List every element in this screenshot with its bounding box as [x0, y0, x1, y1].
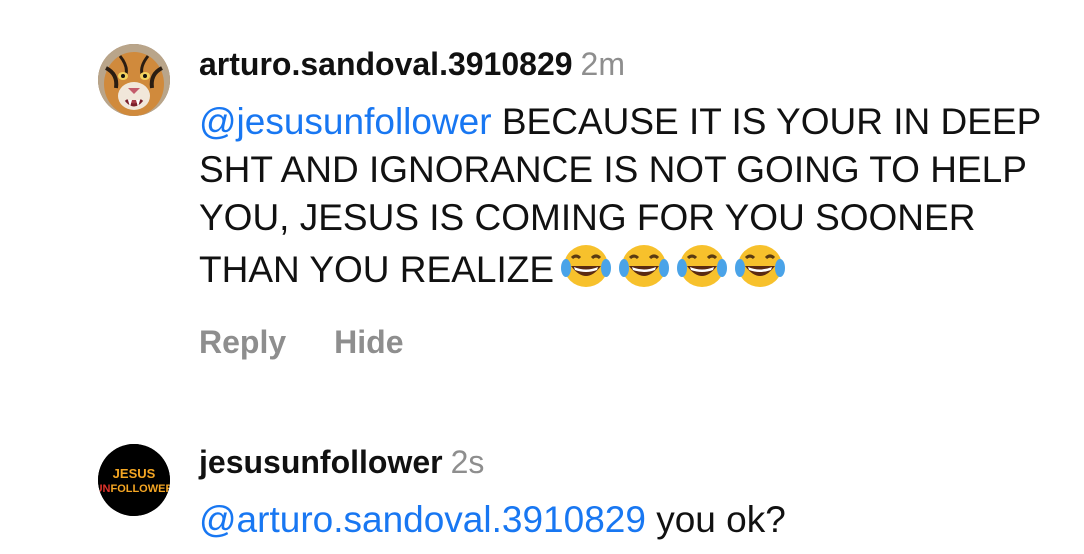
jesusunfollower-logo: JESUS UNFOLLOWER [98, 444, 170, 516]
tiger-avatar-icon [98, 44, 170, 116]
comment-username[interactable]: arturo.sandoval.3910829 [199, 46, 573, 82]
comment-timestamp: 2m [580, 46, 625, 82]
comment-text: @jesusunfollower BECAUSE IT IS YOUR IN D… [199, 98, 1059, 294]
face-with-tears-of-joy-icon [734, 242, 786, 290]
face-with-tears-of-joy-icon [560, 242, 612, 290]
face-with-tears-of-joy-icon [676, 242, 728, 290]
comment-body: you ok? [656, 499, 786, 540]
avatar[interactable]: JESUS UNFOLLOWER [98, 444, 170, 516]
comment-actions: Reply Hide [199, 324, 1064, 361]
comment-text: @arturo.sandoval.3910829 you ok? [199, 496, 1064, 544]
face-with-tears-of-joy-icon [618, 242, 670, 290]
comment-header: arturo.sandoval.3910829 2m [199, 44, 1064, 84]
svg-text:UNFOLLOWER: UNFOLLOWER [98, 483, 170, 495]
mention-link[interactable]: @jesusunfollower [199, 101, 492, 142]
comment-item: JESUS UNFOLLOWER jesusunfollower 2s @artu… [0, 440, 1084, 554]
hide-button[interactable]: Hide [334, 324, 403, 360]
mention-link[interactable]: @arturo.sandoval.3910829 [199, 499, 646, 540]
comment-item: arturo.sandoval.3910829 2m @jesusunfollow… [0, 0, 1084, 400]
avatar[interactable] [98, 44, 170, 116]
reply-button[interactable]: Reply [199, 324, 286, 360]
comment-username[interactable]: jesusunfollower [199, 444, 443, 480]
comment-timestamp: 2s [450, 444, 485, 480]
svg-text:JESUS: JESUS [113, 466, 156, 481]
comment-header: jesusunfollower 2s [199, 442, 1064, 482]
